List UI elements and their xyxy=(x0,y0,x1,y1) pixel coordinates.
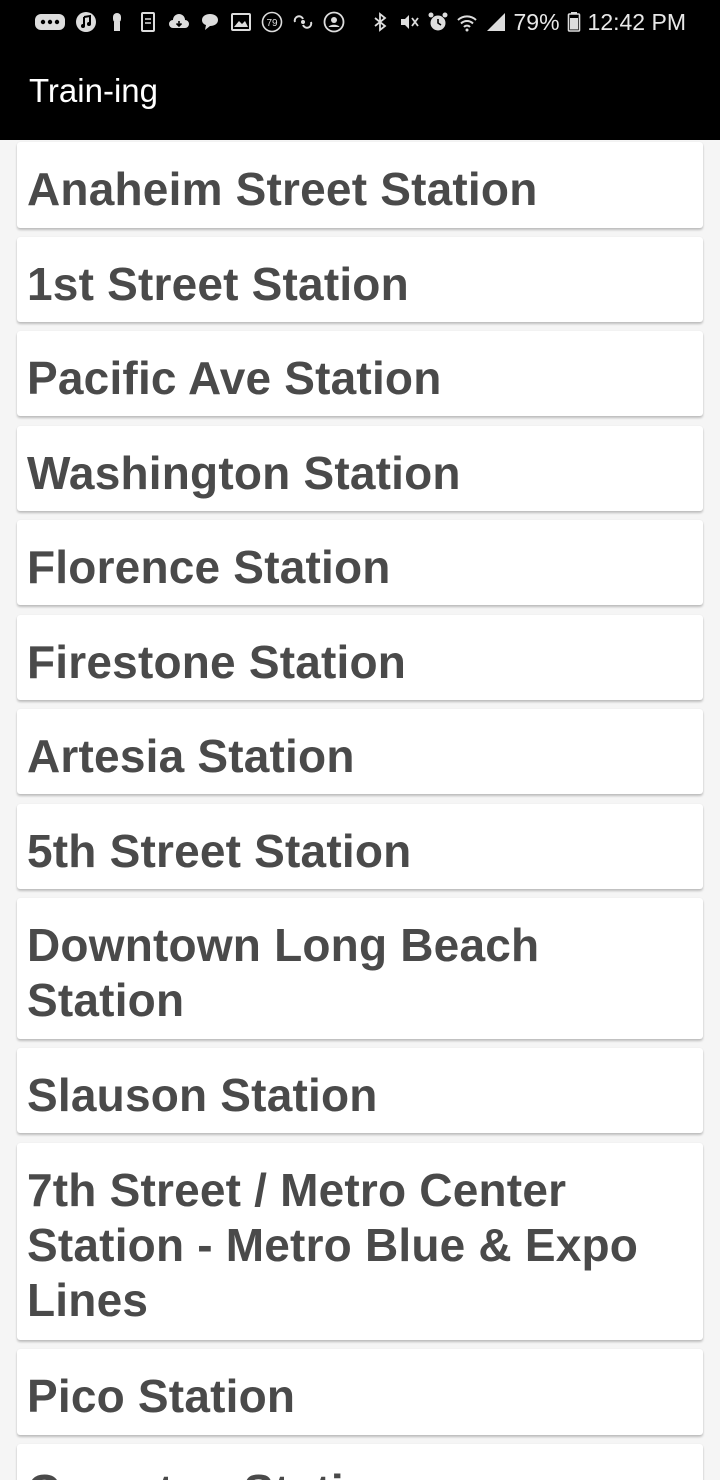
sim-card-icon xyxy=(137,11,159,33)
music-icon xyxy=(75,11,97,33)
link-icon xyxy=(292,11,314,33)
station-name: Pico Station xyxy=(27,1370,296,1422)
station-item[interactable]: 1st Street Station xyxy=(17,237,703,322)
station-name: Florence Station xyxy=(27,541,391,593)
wifi-icon xyxy=(456,11,478,33)
station-item[interactable]: Slauson Station xyxy=(17,1048,703,1133)
bluetooth-icon xyxy=(369,11,391,33)
battery-icon xyxy=(567,11,581,33)
station-item[interactable]: Firestone Station xyxy=(17,615,703,700)
system-status: 79% 12:42 PM xyxy=(369,8,686,36)
station-item[interactable]: Florence Station xyxy=(17,520,703,605)
station-item[interactable]: 7th Street / Metro Center Station - Metr… xyxy=(17,1143,703,1340)
user-icon xyxy=(323,11,345,33)
station-item[interactable]: Compton Station xyxy=(17,1444,703,1480)
chat-bubble-icon xyxy=(199,11,221,33)
app-title: Train-ing xyxy=(29,72,158,109)
station-list[interactable]: Anaheim Street Station 1st Street Statio… xyxy=(0,140,720,1480)
notification-icons: 79 xyxy=(34,11,345,33)
station-name: Downtown Long Beach Station xyxy=(27,919,540,1026)
station-name: Anaheim Street Station xyxy=(27,163,538,215)
station-name: Washington Station xyxy=(27,447,461,499)
status-bar: 79 79% 12:42 PM xyxy=(0,0,720,44)
more-notifications-icon xyxy=(34,11,66,33)
badge-icon: 79 xyxy=(261,11,283,33)
lock-icon xyxy=(106,11,128,33)
notification-count-label: 79 xyxy=(266,18,278,29)
signal-icon xyxy=(485,11,507,33)
app-bar: Train-ing xyxy=(0,44,720,140)
alarm-icon xyxy=(427,11,449,33)
station-item[interactable]: Downtown Long Beach Station xyxy=(17,898,703,1039)
station-name: Firestone Station xyxy=(27,636,407,688)
station-name: Slauson Station xyxy=(27,1069,378,1121)
mute-icon xyxy=(398,11,420,33)
battery-percent: 79% xyxy=(513,8,560,35)
station-item[interactable]: Pico Station xyxy=(17,1349,703,1435)
station-name: 7th Street / Metro Center Station - Metr… xyxy=(27,1164,639,1326)
clock: 12:42 PM xyxy=(587,8,686,35)
station-item[interactable]: Pacific Ave Station xyxy=(17,331,703,416)
station-item[interactable]: 5th Street Station xyxy=(17,804,703,889)
station-item[interactable]: Artesia Station xyxy=(17,709,703,794)
cloud-icon xyxy=(168,11,190,33)
station-name: Artesia Station xyxy=(27,730,355,782)
station-name: 5th Street Station xyxy=(27,825,412,877)
station-item[interactable]: Washington Station xyxy=(17,426,703,511)
station-name: 1st Street Station xyxy=(27,258,409,310)
station-name: Compton Station xyxy=(27,1464,673,1480)
station-item[interactable]: Anaheim Street Station xyxy=(17,142,703,228)
station-name: Pacific Ave Station xyxy=(27,352,442,404)
image-icon xyxy=(230,11,252,33)
